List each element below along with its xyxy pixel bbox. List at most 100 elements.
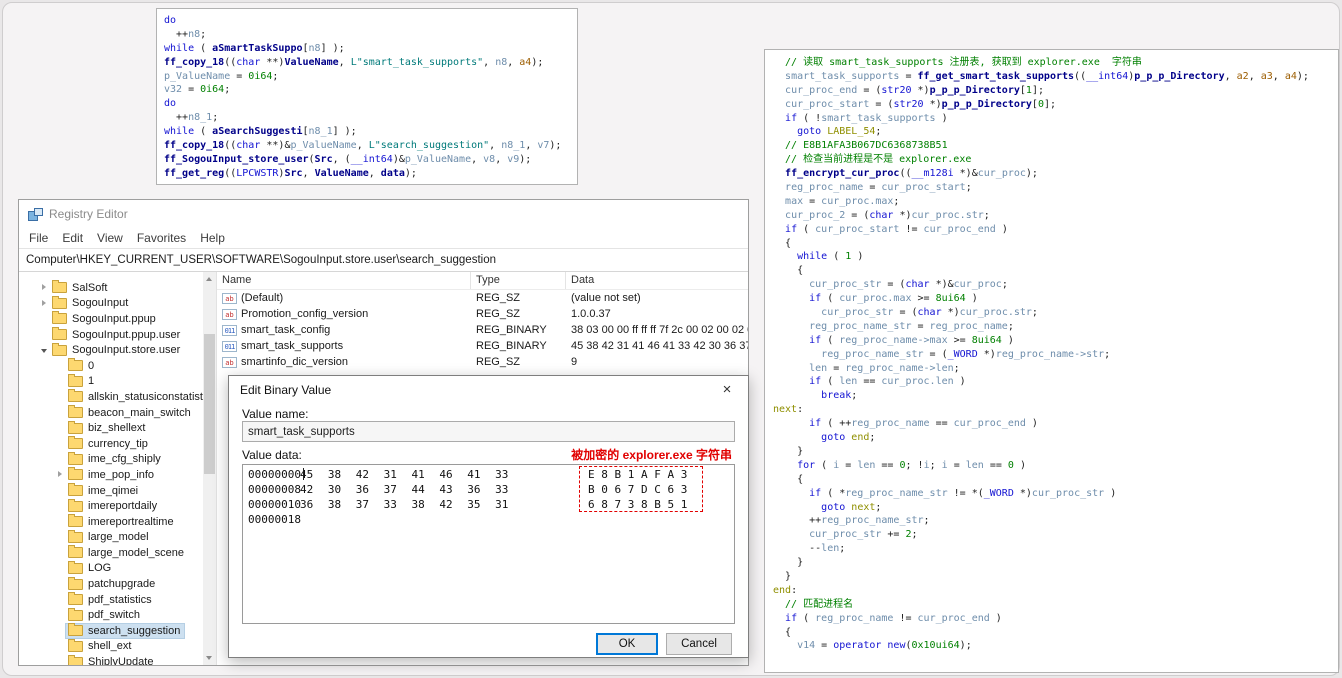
ok-button[interactable]: OK [596, 633, 658, 655]
tree-item-large_model[interactable]: large_model [19, 529, 203, 546]
column-header-data[interactable]: Data [566, 272, 748, 289]
tree-item-patchupgrade[interactable]: patchupgrade [19, 576, 203, 592]
folder-icon [68, 576, 83, 590]
scrollbar-thumb[interactable] [204, 334, 215, 474]
reg-sz-icon: ab [222, 308, 237, 320]
value-name-field[interactable]: smart_task_supports [242, 421, 735, 442]
folder-icon [68, 436, 83, 450]
code-line: cur_proc_str = (char *)&cur_proc; [809, 279, 1008, 291]
registry-address-bar[interactable]: Computer\HKEY_CURRENT_USER\SOFTWARE\Sogo… [19, 248, 748, 272]
value-row-smartinfo_dic_version[interactable]: ab smartinfo_dic_version REG_SZ 9 [217, 354, 748, 370]
chevron-right-icon[interactable] [39, 298, 50, 309]
code-line: // 匹配进程名 [773, 598, 854, 610]
tree-item-pdf_statistics[interactable]: pdf_statistics [19, 592, 203, 608]
value-data: 45 38 42 31 41 46 41 33 42 30 36 37 44 4… [571, 340, 748, 352]
tree-item-biz_shellext[interactable]: biz_shellext [19, 420, 203, 436]
tree-item-LOG[interactable]: LOG [19, 560, 203, 577]
tree-item-SogouInput.ppup[interactable]: SogouInput.ppup [19, 311, 203, 327]
tree-item-ime_cfg_shiply[interactable]: ime_cfg_shiply [19, 451, 203, 468]
tree-item-SalSoft[interactable]: SalSoft [19, 280, 203, 296]
tree-item-ShiplyUpdate[interactable]: ShiplyUpdate [19, 654, 203, 665]
tree-item-1[interactable]: 1 [19, 373, 203, 390]
tree-item-label: 0 [88, 359, 95, 372]
folder-icon [68, 654, 83, 665]
tree-item-SogouInput.ppup.user[interactable]: SogouInput.ppup.user [19, 327, 203, 343]
cancel-button[interactable]: Cancel [666, 633, 732, 655]
tree-item-label: imereportrealtime [88, 515, 174, 528]
code-line: do [164, 98, 177, 110]
tree-item-ime_pop_info[interactable]: ime_pop_info [19, 467, 203, 483]
tree-item-SogouInput.store.user[interactable]: SogouInput.store.user [19, 342, 203, 358]
tree-item-ime_qimei[interactable]: ime_qimei [19, 483, 203, 499]
code-line: if ( reg_proc_name->max >= 8ui64 ) [809, 334, 1014, 346]
registry-window-title: Registry Editor [49, 206, 128, 221]
value-name: smart_task_supports [241, 340, 344, 352]
scroll-up-icon[interactable] [206, 277, 212, 281]
column-header-name[interactable]: Name [217, 272, 471, 289]
folder-icon [68, 560, 83, 574]
column-header-type[interactable]: Type [471, 272, 566, 289]
hex-row[interactable]: 00000018 [248, 512, 734, 527]
value-row-Promotion_config_version[interactable]: ab Promotion_config_version REG_SZ 1.0.0.37 [217, 306, 748, 322]
value-type: REG_SZ [476, 356, 521, 368]
chevron-right-icon[interactable] [55, 469, 66, 480]
tree-item-search_suggestion[interactable]: search_suggestion [19, 622, 203, 639]
close-icon[interactable]: × [706, 376, 748, 404]
tree-item-imereportrealtime[interactable]: imereportrealtime [19, 514, 203, 530]
value-row-smart_task_config[interactable]: 011 smart_task_config REG_BINARY 38 03 00 0… [217, 322, 748, 338]
code-snippet-process-check: // 读取 smart_task_supports 注册表, 获取到 explo… [764, 49, 1339, 673]
code-line: break; [821, 390, 858, 402]
reg-sz-icon: ab [222, 356, 237, 368]
hex-address: 00000000 [248, 468, 301, 481]
tree-item-pdf_switch[interactable]: pdf_switch [19, 607, 203, 623]
tree-item-imereportdaily[interactable]: imereportdaily [19, 498, 203, 514]
dialog-titlebar[interactable]: Edit Binary Value [229, 376, 748, 404]
value-type: REG_SZ [476, 308, 521, 320]
menu-view[interactable]: View [90, 231, 130, 245]
tree-item-large_model_scene[interactable]: large_model_scene [19, 545, 203, 561]
chevron-down-icon[interactable] [39, 345, 50, 356]
registry-titlebar[interactable]: Registry Editor [19, 200, 748, 227]
tree-item-beacon_main_switch[interactable]: beacon_main_switch [19, 405, 203, 421]
folder-icon [52, 280, 67, 294]
folder-icon [68, 607, 83, 621]
dialog-title: Edit Binary Value [240, 383, 332, 397]
tree-item-shell_ext[interactable]: shell_ext [19, 638, 203, 655]
folder-icon [52, 327, 67, 341]
menu-help[interactable]: Help [193, 231, 232, 245]
menu-edit[interactable]: Edit [55, 231, 90, 245]
hex-address: 00000008 [248, 483, 301, 496]
tree-item-label: currency_tip [88, 437, 148, 450]
hex-editor[interactable]: 00000000 45 38 42 31 41 46 41 33 E 8 B 1 A… [242, 464, 735, 624]
folder-icon [52, 342, 67, 356]
reg-binary-icon: 011 [222, 340, 237, 352]
tree-item-label: allskin_statusiconstatistics [88, 390, 203, 403]
code-line: max = cur_proc.max; [785, 195, 900, 207]
value-data: 9 [571, 356, 578, 368]
value-row-smart_task_supports[interactable]: 011 smart_task_supports REG_BINARY 45 38 42… [217, 338, 748, 354]
tree-item-label: pdf_statistics [88, 593, 152, 606]
value-name: Promotion_config_version [241, 308, 369, 320]
tree-scrollbar[interactable] [203, 272, 216, 665]
tree-item-0[interactable]: 0 [19, 358, 203, 374]
tree-item-allskin_statusiconstatistics[interactable]: allskin_statusiconstatistics [19, 389, 203, 405]
menu-file[interactable]: File [22, 231, 55, 245]
code-line: ff_SogouInput_store_user(Src, (__int64)&… [164, 153, 532, 165]
value-list-header: Name Type Data [217, 272, 748, 290]
tree-item-SogouInput[interactable]: SogouInput [19, 295, 203, 312]
folder-icon [68, 529, 83, 543]
value-row-(Default)[interactable]: ab (Default) REG_SZ (value not set) [217, 290, 748, 306]
code-line: cur_proc_2 = (char *)cur_proc.str; [785, 209, 990, 221]
menu-favorites[interactable]: Favorites [130, 231, 193, 245]
chevron-right-icon[interactable] [39, 282, 50, 293]
code-line: while ( aSmartTaskSuppo[n8] ); [164, 42, 345, 54]
registry-app-icon [28, 207, 43, 221]
folder-icon [68, 389, 83, 403]
hex-address: 00000018 [248, 513, 301, 526]
scroll-down-icon[interactable] [206, 656, 212, 660]
code-line: next: [773, 404, 804, 416]
folder-icon [68, 623, 83, 637]
tree-item-currency_tip[interactable]: currency_tip [19, 436, 203, 452]
